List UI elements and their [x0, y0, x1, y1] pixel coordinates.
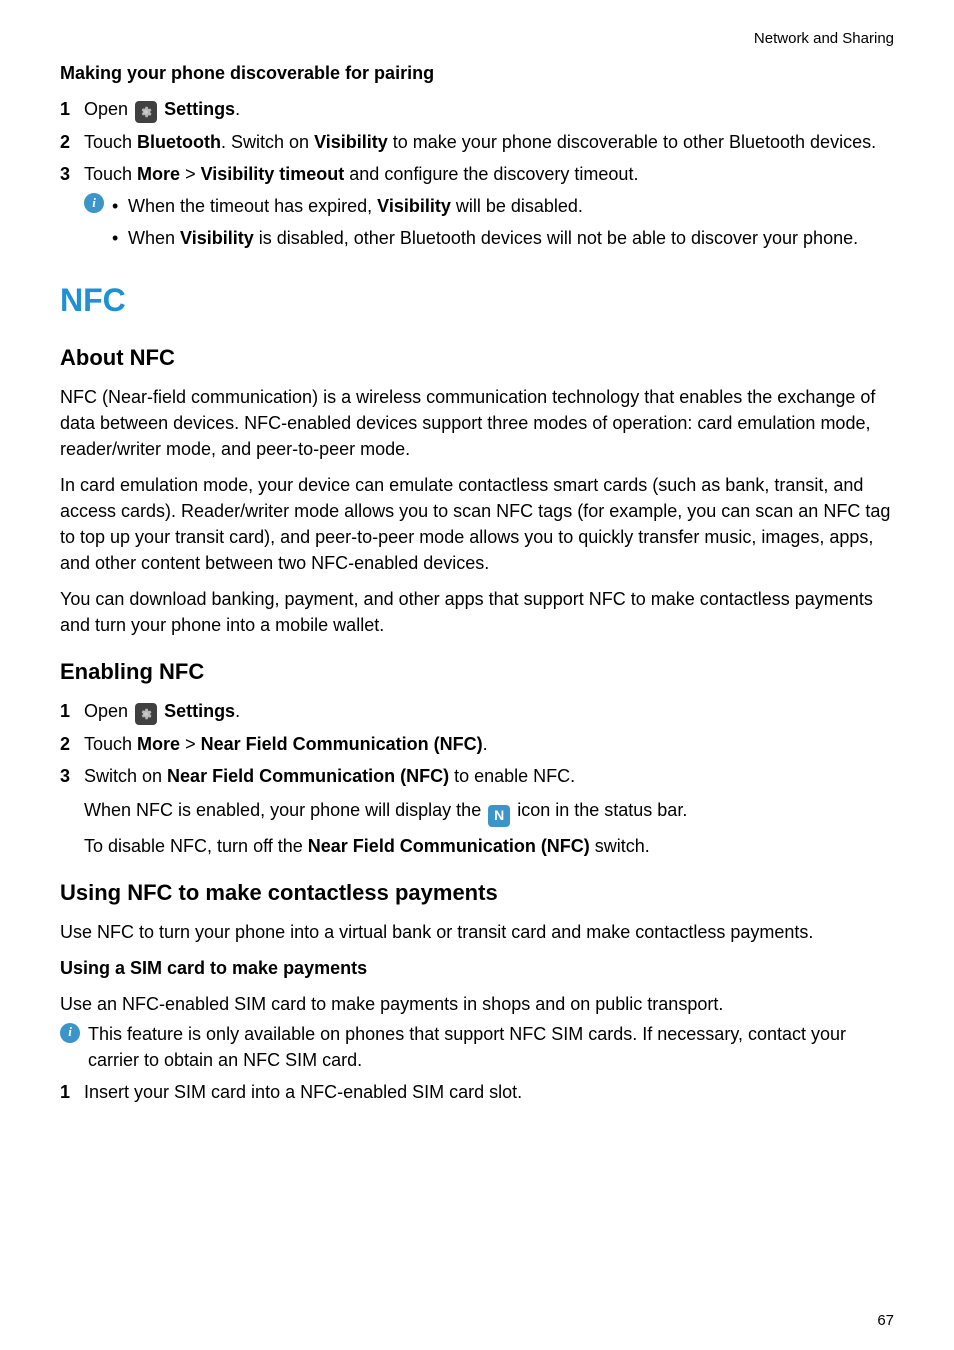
sim-note-text: This feature is only available on phones…: [88, 1021, 894, 1073]
enabling-nfc-heading: Enabling NFC: [60, 656, 894, 688]
list-item: 1Insert your SIM card into a NFC-enabled…: [60, 1079, 894, 1105]
list-item: 1Open Settings.: [60, 96, 894, 123]
list-body: Switch on Near Field Communication (NFC)…: [84, 763, 894, 789]
list-body: Touch Bluetooth. Switch on Visibility to…: [84, 129, 894, 155]
list-number: 3: [60, 161, 84, 187]
list-number: 2: [60, 731, 84, 757]
list-body: Touch More > Visibility timeout and conf…: [84, 161, 894, 187]
list-number: 1: [60, 96, 84, 122]
bullet-dot: •: [112, 225, 128, 251]
list-body: Insert your SIM card into a NFC-enabled …: [84, 1079, 894, 1105]
about-nfc-p2: In card emulation mode, your device can …: [60, 472, 894, 576]
list-number: 1: [60, 1079, 84, 1105]
pairing-heading: Making your phone discoverable for pairi…: [60, 60, 894, 86]
post-line: When NFC is enabled, your phone will dis…: [84, 797, 894, 826]
list-body: Touch More > Near Field Communication (N…: [84, 731, 894, 757]
page-category: Network and Sharing: [60, 28, 894, 50]
bullet-text: When the timeout has expired, Visibility…: [128, 193, 894, 219]
sim-steps: 1Insert your SIM card into a NFC-enabled…: [60, 1079, 894, 1105]
info-bullet: •When Visibility is disabled, other Blue…: [84, 225, 894, 251]
post-line: To disable NFC, turn off the Near Field …: [84, 833, 894, 859]
list-body: Open Settings.: [84, 96, 894, 123]
payments-heading: Using NFC to make contactless payments: [60, 877, 894, 909]
payments-intro: Use NFC to turn your phone into a virtua…: [60, 919, 894, 945]
nfc-title: NFC: [60, 277, 894, 323]
nfc-icon: N: [488, 805, 510, 827]
info-icon: i: [84, 193, 104, 213]
about-nfc-p1: NFC (Near-field communication) is a wire…: [60, 384, 894, 462]
list-item: 2Touch Bluetooth. Switch on Visibility t…: [60, 129, 894, 155]
info-bullet: i •When the timeout has expired, Visibili…: [84, 193, 894, 219]
about-nfc-heading: About NFC: [60, 342, 894, 374]
settings-icon: [135, 703, 157, 725]
sim-payments-intro: Use an NFC-enabled SIM card to make paym…: [60, 991, 894, 1017]
about-nfc-p3: You can download banking, payment, and o…: [60, 586, 894, 638]
pairing-steps: 1Open Settings.2Touch Bluetooth. Switch …: [60, 96, 894, 187]
list-body: Open Settings.: [84, 698, 894, 725]
pairing-info-bullets: i •When the timeout has expired, Visibili…: [84, 193, 894, 251]
bullet-dot: •: [112, 193, 128, 219]
info-icon-spacer: [84, 225, 104, 245]
info-icon: i: [60, 1023, 80, 1043]
list-item: 3Touch More > Visibility timeout and con…: [60, 161, 894, 187]
list-item: 3Switch on Near Field Communication (NFC…: [60, 763, 894, 789]
list-item: 1Open Settings.: [60, 698, 894, 725]
sim-note-row: i This feature is only available on phon…: [60, 1021, 894, 1073]
page-number: 67: [877, 1310, 894, 1332]
list-number: 1: [60, 698, 84, 724]
list-item: 2Touch More > Near Field Communication (…: [60, 731, 894, 757]
bullet-text: When Visibility is disabled, other Bluet…: [128, 225, 894, 251]
settings-icon: [135, 101, 157, 123]
list-number: 3: [60, 763, 84, 789]
enabling-post: When NFC is enabled, your phone will dis…: [84, 797, 894, 858]
list-number: 2: [60, 129, 84, 155]
sim-payments-heading: Using a SIM card to make payments: [60, 955, 894, 981]
enabling-steps: 1Open Settings.2Touch More > Near Field …: [60, 698, 894, 789]
